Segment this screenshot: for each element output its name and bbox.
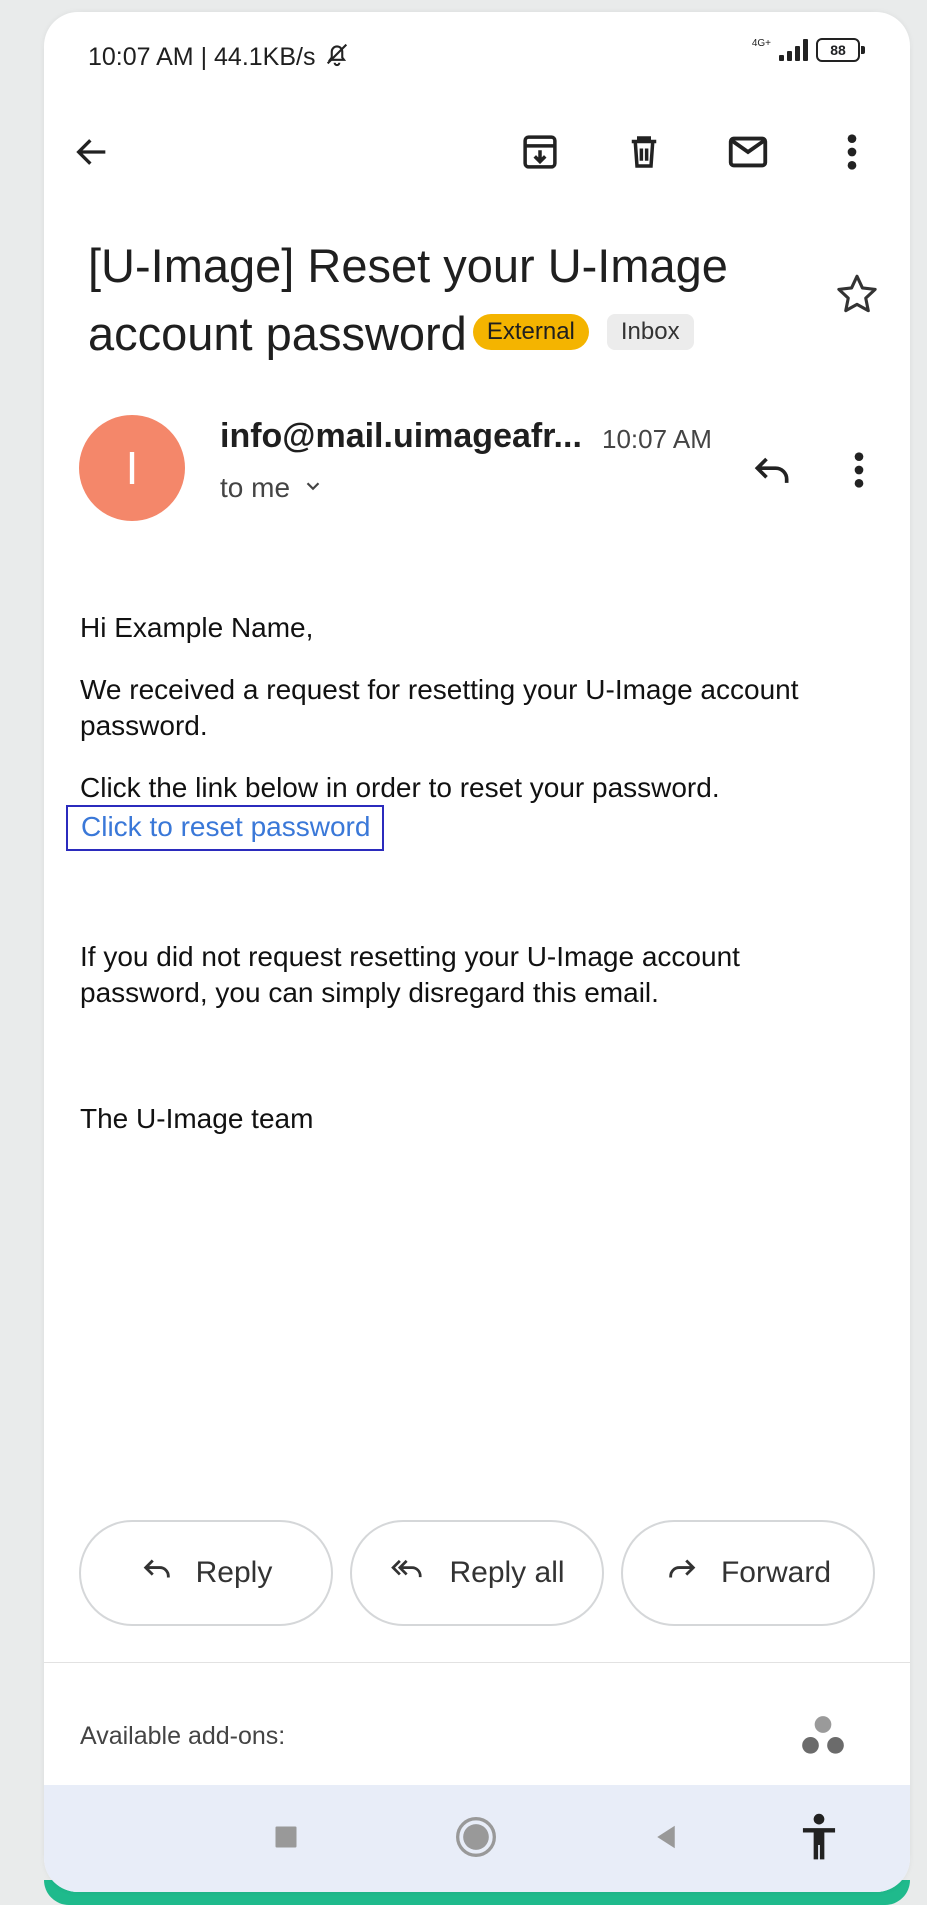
silent-bell-icon [323, 40, 351, 75]
paragraph-2: Click the link below in order to reset y… [80, 772, 720, 803]
paragraph-1: We received a request for resetting your… [80, 674, 799, 741]
avatar[interactable]: I [79, 415, 185, 521]
network-type: 4G+ [751, 38, 771, 49]
back-triangle-icon[interactable] [638, 1809, 694, 1865]
signal-icon [779, 39, 808, 61]
reply-label: Reply [195, 1556, 273, 1589]
back-arrow-icon[interactable] [62, 122, 122, 182]
divider [44, 1662, 910, 1663]
mail-unread-icon[interactable] [718, 122, 778, 182]
archive-icon[interactable] [510, 122, 570, 182]
reply-icon [140, 1552, 174, 1594]
paragraph-3: If you did not request resetting your U-… [80, 941, 740, 1008]
battery-level: 88 [830, 42, 846, 58]
avatar-initial: I [125, 442, 139, 494]
addons-icon[interactable] [798, 1712, 848, 1762]
reply-button[interactable]: Reply [79, 1520, 333, 1626]
recipient-toggle[interactable]: to me [220, 472, 324, 504]
accessibility-icon[interactable] [791, 1809, 847, 1865]
navigation-bar [44, 1785, 910, 1892]
email-toolbar [44, 122, 910, 192]
email-subject: [U-Image] Reset your U-Image account pas… [88, 232, 828, 368]
battery-icon: 88 [816, 38, 865, 62]
status-bar: 10:07 AM | 44.1KB/s 4G+ 88 [44, 12, 910, 92]
recents-square-icon[interactable] [258, 1809, 314, 1865]
forward-button[interactable]: Forward [621, 1520, 875, 1626]
more-vert-icon[interactable] [822, 122, 882, 182]
external-badge: External [472, 313, 589, 350]
forward-label: Forward [720, 1556, 832, 1589]
greeting: Hi Example Name, [80, 612, 314, 643]
recipient-text: to me [220, 472, 291, 503]
forward-icon [665, 1552, 699, 1594]
chevron-down-icon [302, 472, 324, 504]
inbox-label[interactable]: Inbox [606, 313, 694, 350]
reply-icon[interactable] [744, 442, 800, 498]
phone-screen: 10:07 AM | 44.1KB/s 4G+ 88 [U-Image] Res… [44, 12, 910, 1892]
signature: The U-Image team [80, 1103, 314, 1134]
addons-label: Available add-ons: [80, 1722, 286, 1750]
sender-name[interactable]: info@mail.uimageafr... [220, 417, 582, 456]
reply-all-icon [389, 1552, 427, 1594]
status-time-speed: 10:07 AM | 44.1KB/s [88, 43, 316, 71]
star-icon[interactable] [832, 270, 882, 320]
delete-icon[interactable] [614, 122, 674, 182]
home-circle-icon[interactable] [448, 1809, 504, 1865]
sender-time: 10:07 AM [602, 424, 712, 454]
status-left: 10:07 AM | 44.1KB/s [88, 40, 351, 75]
reply-all-label: Reply all [449, 1556, 565, 1589]
sender-more-icon[interactable] [844, 442, 874, 498]
reset-password-link[interactable]: Click to reset password [66, 805, 385, 851]
status-right: 4G+ 88 [751, 38, 865, 62]
reply-all-button[interactable]: Reply all [350, 1520, 604, 1626]
